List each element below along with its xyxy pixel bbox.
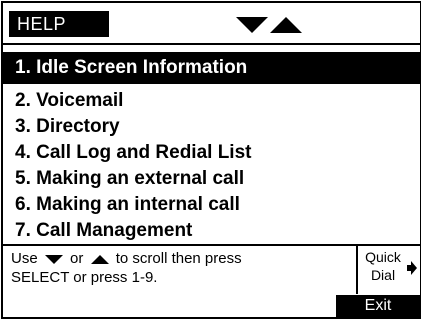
menu-item-voicemail[interactable]: 2. Voicemail (3, 88, 420, 114)
instruction-select: SELECT or press 1-9. (11, 269, 158, 286)
scroll-down-icon (236, 17, 268, 33)
phone-display: HELP 1. Idle Screen Information 2. Voice… (1, 1, 421, 319)
menu-item-directory[interactable]: 3. Directory (3, 114, 420, 140)
arrow-right-icon (407, 261, 417, 275)
scroll-up-icon (270, 17, 302, 33)
screen-title: HELP (9, 11, 109, 37)
instruction-use: Use (11, 250, 38, 267)
instruction-text: Use or to scroll then press SELECT or pr… (11, 249, 356, 287)
menu-item-call-log[interactable]: 4. Call Log and Redial List (3, 140, 420, 166)
exit-button[interactable]: Exit (336, 295, 420, 317)
scroll-indicator (236, 11, 306, 37)
help-menu: 1. Idle Screen Information 2. Voicemail … (3, 52, 420, 244)
quick-dial-label: Quick Dial (360, 248, 406, 284)
menu-item-idle-screen[interactable]: 1. Idle Screen Information (3, 52, 420, 84)
header-divider (3, 43, 420, 45)
menu-item-call-management[interactable]: 7. Call Management (3, 218, 420, 244)
menu-item-internal-call[interactable]: 6. Making an internal call (3, 192, 420, 218)
quick-dial-line1: Quick (365, 249, 401, 265)
quick-dial-button[interactable]: Quick Dial (360, 248, 418, 292)
menu-item-external-call[interactable]: 5. Making an external call (3, 166, 420, 192)
instruction-scroll: to scroll then press (115, 250, 242, 267)
down-arrow-icon (44, 254, 63, 264)
up-arrow-icon (90, 254, 109, 264)
footer: Use or to scroll then press SELECT or pr… (3, 246, 420, 317)
instruction-or: or (70, 250, 84, 267)
softkey-divider (356, 246, 358, 294)
quick-dial-line2: Dial (370, 267, 396, 283)
title-bar: HELP (3, 3, 420, 43)
